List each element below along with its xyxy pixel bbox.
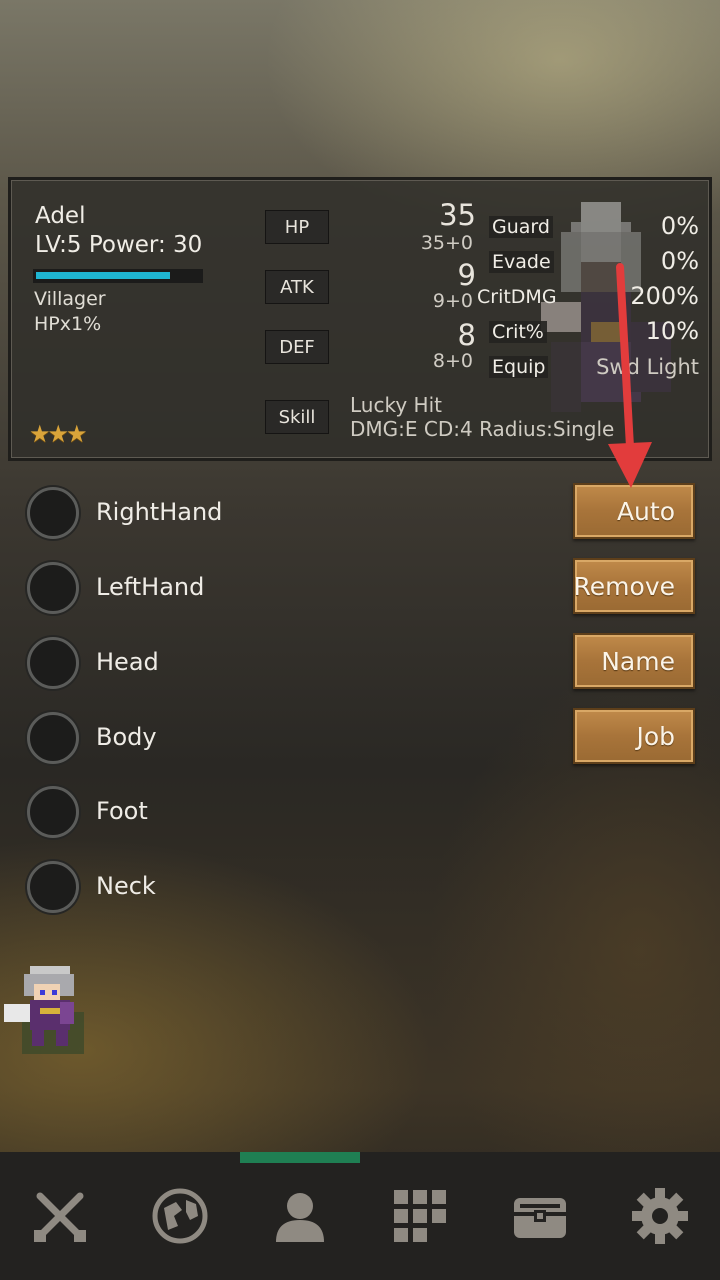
def-label: DEF	[265, 330, 329, 364]
slot-empty-icon	[27, 861, 79, 913]
job-name: Villager	[34, 288, 106, 310]
rarity-stars: ★★★	[29, 420, 88, 448]
slot-neck[interactable]: Neck	[27, 861, 427, 917]
slot-empty-icon	[27, 786, 79, 838]
skill-label: Skill	[265, 400, 329, 434]
slot-empty-icon	[27, 712, 79, 764]
slot-lefthand[interactable]: LeftHand	[27, 562, 427, 618]
slot-body[interactable]: Body	[27, 712, 427, 768]
slot-label: Head	[96, 648, 159, 676]
slot-label: Neck	[96, 872, 156, 900]
slot-empty-icon	[27, 487, 79, 539]
def-detail: 8+0	[432, 350, 473, 372]
atk-detail: 9+0	[432, 290, 473, 312]
slot-empty-icon	[27, 637, 79, 689]
hp-value: 35	[439, 198, 476, 232]
level-power: LV:5 Power: 30	[35, 232, 203, 258]
hp-bar	[33, 269, 203, 283]
hp-label: HP	[265, 210, 329, 244]
battle-icon[interactable]	[30, 1186, 90, 1246]
guard-value: 0%	[660, 212, 699, 240]
slot-foot[interactable]: Foot	[27, 786, 427, 842]
slot-label: RightHand	[96, 498, 223, 526]
def-value: 8	[457, 318, 476, 352]
slot-label: LeftHand	[96, 573, 205, 601]
skill-name: Lucky Hit	[350, 393, 442, 417]
settings-icon[interactable]	[630, 1186, 690, 1246]
pointer-arrow-icon	[608, 263, 652, 488]
hp-bar-fill	[36, 272, 170, 279]
name-button[interactable]: Name	[573, 633, 695, 689]
hp-detail: 35+0	[420, 232, 473, 254]
nav-active-indicator	[240, 1152, 360, 1163]
world-icon[interactable]	[150, 1186, 210, 1246]
slot-label: Foot	[96, 797, 148, 825]
job-bonus: HPx1%	[34, 313, 102, 335]
character-sprite[interactable]	[0, 962, 90, 1058]
slot-righthand[interactable]: RightHand	[27, 487, 427, 543]
bottom-nav	[0, 1152, 720, 1280]
remove-button[interactable]: Remove	[573, 558, 695, 614]
character-name: Adel	[35, 203, 86, 229]
chest-icon[interactable]	[510, 1186, 570, 1246]
skill-description: DMG:E CD:4 Radius:Single	[350, 417, 615, 441]
atk-value: 9	[457, 258, 476, 292]
job-button[interactable]: Job	[573, 708, 695, 764]
character-icon[interactable]	[270, 1186, 330, 1246]
slot-empty-icon	[27, 562, 79, 614]
grid-icon[interactable]	[390, 1186, 450, 1246]
atk-label: ATK	[265, 270, 329, 304]
slot-label: Body	[96, 723, 157, 751]
slot-head[interactable]: Head	[27, 637, 427, 693]
